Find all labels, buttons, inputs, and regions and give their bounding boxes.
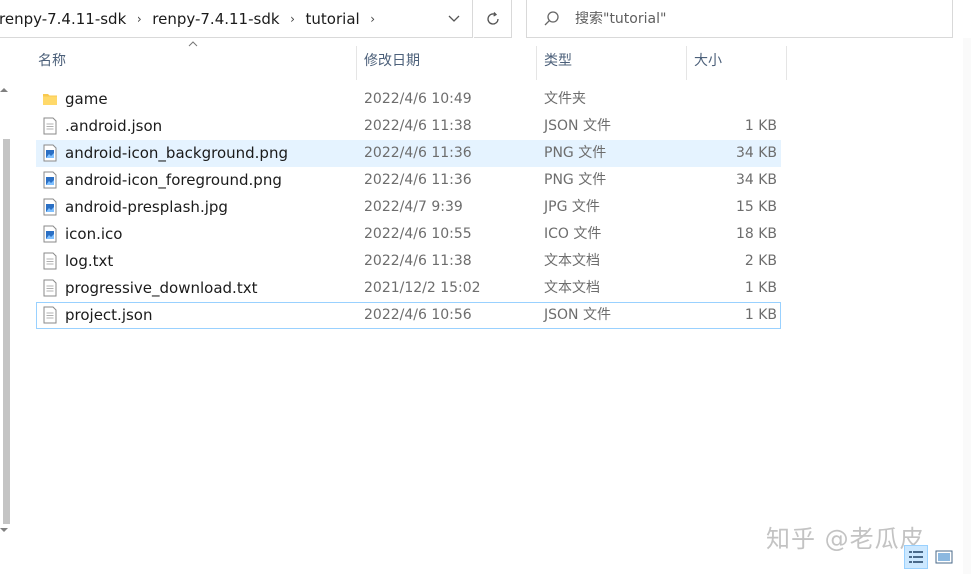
file-type: PNG 文件 xyxy=(544,172,607,188)
column-divider[interactable] xyxy=(786,46,787,80)
breadcrumb-separator[interactable]: › xyxy=(130,12,148,26)
image-file-icon xyxy=(41,198,59,216)
chevron-down-icon[interactable] xyxy=(436,0,472,37)
breadcrumb-item-2[interactable]: renpy-7.4.11-sdk xyxy=(148,0,283,37)
breadcrumb-separator[interactable]: › xyxy=(284,12,302,26)
file-date: 2022/4/6 11:36 xyxy=(364,172,472,188)
file-date: 2022/4/6 10:56 xyxy=(364,307,472,323)
column-header-date[interactable]: 修改日期 xyxy=(356,42,536,80)
folder-icon xyxy=(41,90,59,108)
file-date: 2022/4/6 11:36 xyxy=(364,145,472,161)
file-type: JPG 文件 xyxy=(544,199,600,215)
file-name: icon.ico xyxy=(65,225,123,243)
file-type: 文本文档 xyxy=(544,253,600,269)
breadcrumb-item-3[interactable]: tutorial xyxy=(302,0,364,37)
file-type: JSON 文件 xyxy=(544,118,611,134)
chevron-down-icon[interactable] xyxy=(0,526,10,536)
file-size: 2 KB xyxy=(744,253,777,269)
file-row[interactable]: progressive_download.txt 2021/12/2 15:02… xyxy=(36,275,781,302)
file-date: 2022/4/6 11:38 xyxy=(364,253,472,269)
file-size: 34 KB xyxy=(735,145,777,161)
search-icon xyxy=(543,10,561,28)
text-file-icon xyxy=(41,279,59,297)
file-name: progressive_download.txt xyxy=(65,279,258,297)
address-bar-area: renpy-7.4.11-sdk › renpy-7.4.11-sdk › tu… xyxy=(0,0,971,38)
file-name: project.json xyxy=(65,306,153,324)
file-explorer-window: renpy-7.4.11-sdk › renpy-7.4.11-sdk › tu… xyxy=(0,0,971,574)
image-file-icon xyxy=(41,225,59,243)
file-row[interactable]: log.txt 2022/4/6 11:38 文本文档 2 KB xyxy=(36,248,781,275)
file-name: android-icon_background.png xyxy=(65,144,288,162)
breadcrumb-item-1[interactable]: renpy-7.4.11-sdk xyxy=(0,0,130,37)
file-name: android-presplash.jpg xyxy=(65,198,228,216)
file-date: 2022/4/6 11:38 xyxy=(364,118,472,134)
file-name: android-icon_foreground.png xyxy=(65,171,282,189)
right-pane-edge xyxy=(963,38,971,574)
column-header-type[interactable]: 类型 xyxy=(536,42,686,80)
watermark: 知乎 @老瓜皮 xyxy=(766,525,925,553)
text-file-icon xyxy=(41,117,59,135)
large-icons-view-icon[interactable] xyxy=(932,545,956,569)
image-file-icon xyxy=(41,144,59,162)
file-size: 15 KB xyxy=(735,199,777,215)
file-date: 2022/4/6 10:55 xyxy=(364,226,472,242)
file-type: ICO 文件 xyxy=(544,226,602,242)
file-size: 34 KB xyxy=(735,172,777,188)
file-row[interactable]: game 2022/4/6 10:49 文件夹 xyxy=(36,86,781,113)
file-size: 18 KB xyxy=(735,226,777,242)
view-toggle xyxy=(904,545,956,571)
search-box[interactable] xyxy=(526,0,953,38)
image-file-icon xyxy=(41,171,59,189)
file-row[interactable]: android-icon_background.png 2022/4/6 11:… xyxy=(36,140,781,167)
file-row[interactable]: android-icon_foreground.png 2022/4/6 11:… xyxy=(36,167,781,194)
file-row[interactable]: android-presplash.jpg 2022/4/7 9:39 JPG … xyxy=(36,194,781,221)
file-type: 文本文档 xyxy=(544,280,600,296)
column-header-size[interactable]: 大小 xyxy=(686,42,786,80)
file-size: 1 KB xyxy=(744,280,777,296)
file-row[interactable]: project.json 2022/4/6 10:56 JSON 文件 1 KB xyxy=(36,302,781,329)
text-file-icon xyxy=(41,306,59,324)
file-size: 1 KB xyxy=(744,307,777,323)
file-name: .android.json xyxy=(65,117,163,135)
file-type: 文件夹 xyxy=(544,91,586,107)
file-date: 2021/12/2 15:02 xyxy=(364,280,481,296)
refresh-icon[interactable] xyxy=(474,0,512,38)
file-date: 2022/4/6 10:49 xyxy=(364,91,472,107)
file-date: 2022/4/7 9:39 xyxy=(364,199,463,215)
column-header-row: 名称 修改日期 类型 大小 xyxy=(0,41,790,80)
scrollbar-thumb[interactable] xyxy=(3,139,10,524)
file-row[interactable]: .android.json 2022/4/6 11:38 JSON 文件 1 K… xyxy=(36,113,781,140)
breadcrumb[interactable]: renpy-7.4.11-sdk › renpy-7.4.11-sdk › tu… xyxy=(0,0,473,38)
file-row[interactable]: icon.ico 2022/4/6 10:55 ICO 文件 18 KB xyxy=(36,221,781,248)
file-size: 1 KB xyxy=(744,118,777,134)
details-view-icon[interactable] xyxy=(904,545,928,569)
breadcrumb-separator[interactable]: › xyxy=(364,12,382,26)
text-file-icon xyxy=(41,252,59,270)
file-name: game xyxy=(65,90,108,108)
search-input[interactable] xyxy=(575,10,915,27)
chevron-up-icon[interactable] xyxy=(0,86,10,96)
left-scrollbar[interactable] xyxy=(0,38,12,574)
file-type: JSON 文件 xyxy=(544,307,611,323)
file-name: log.txt xyxy=(65,252,114,270)
file-type: PNG 文件 xyxy=(544,145,607,161)
column-header-name[interactable]: 名称 xyxy=(30,42,356,80)
